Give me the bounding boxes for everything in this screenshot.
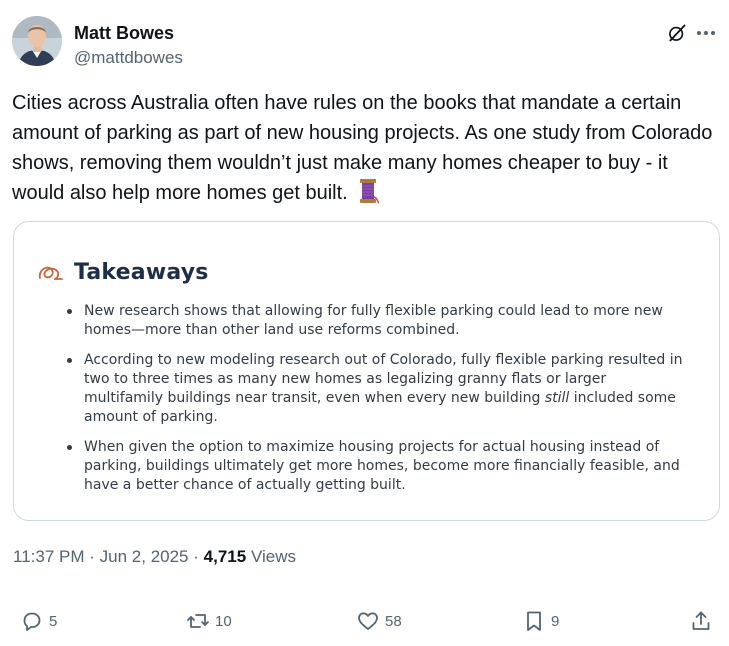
bookmark-button[interactable]: 9	[522, 605, 559, 637]
card-title: Takeaways	[74, 260, 209, 285]
tweet-time[interactable]: 11:37 PM	[13, 547, 85, 566]
author-name[interactable]: Matt Bowes	[74, 22, 174, 44]
views-label: Views	[250, 547, 296, 566]
tweet-meta: 11:37 PM · Jun 2, 2025 · 4,715 Views	[13, 545, 296, 569]
bookmark-icon	[527, 611, 541, 631]
repost-icon	[187, 614, 209, 628]
reply-button[interactable]: 5	[20, 605, 57, 637]
share-icon	[692, 611, 710, 630]
grok-icon[interactable]	[667, 23, 687, 43]
spool-of-thread-icon	[360, 179, 380, 204]
like-button[interactable]: 58	[356, 605, 402, 637]
avatar[interactable]	[12, 16, 62, 66]
reply-count: 5	[49, 612, 58, 630]
repost-button[interactable]: 10	[186, 605, 232, 637]
more-icon[interactable]	[695, 24, 717, 42]
views-count: 4,715	[203, 547, 247, 566]
tweet-header: Matt Bowes @mattdbowes	[12, 14, 717, 70]
list-item-text: When given the option to maximize housin…	[84, 439, 680, 493]
bookmark-count: 9	[551, 612, 560, 630]
action-bar: 5 10 58 9	[0, 605, 729, 639]
tweet-text: Cities across Australia often have rules…	[12, 88, 722, 208]
share-button[interactable]	[689, 605, 713, 637]
repost-count: 10	[215, 612, 232, 630]
meta-separator: ·	[89, 547, 95, 566]
list-item-emphasis: still	[544, 389, 570, 406]
list-item-text: New research shows that allowing for ful…	[84, 303, 663, 338]
list-item: New research shows that allowing for ful…	[66, 302, 686, 339]
list-item: According to new modeling research out o…	[66, 351, 686, 426]
list-item: When given the option to maximize housin…	[66, 438, 686, 494]
reply-icon	[23, 612, 41, 631]
like-count: 58	[385, 612, 402, 630]
author-handle[interactable]: @mattdbowes	[74, 47, 183, 69]
meta-separator: ·	[193, 547, 199, 566]
takeaways-list: New research shows that allowing for ful…	[66, 302, 686, 506]
tweet-date[interactable]: Jun 2, 2025	[100, 547, 189, 566]
heart-icon	[358, 612, 378, 630]
takeaways-card[interactable]: Takeaways New research shows that allowi…	[13, 221, 720, 521]
knot-icon	[38, 266, 63, 280]
